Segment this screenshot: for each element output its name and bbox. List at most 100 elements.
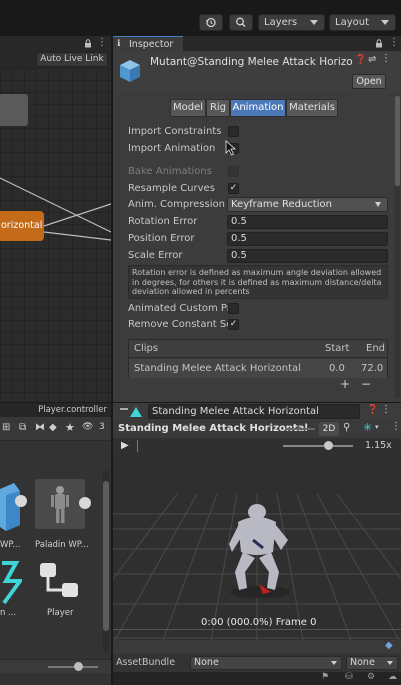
assetbundle-label: AssetBundle xyxy=(116,657,176,668)
anim-compression-dropdown[interactable]: Keyframe Reduction xyxy=(227,197,388,212)
collab-icon[interactable]: ☁ xyxy=(388,672,397,682)
label-icon[interactable]: ◆ xyxy=(49,422,57,433)
mouse-cursor-icon xyxy=(225,140,237,156)
play-icon[interactable]: ▶ xyxy=(121,440,129,451)
lock-icon[interactable] xyxy=(375,39,383,48)
tab-inspector[interactable]: ℹ Inspector xyxy=(113,36,183,51)
info-icon: ℹ xyxy=(117,39,121,49)
import-constraints-checkbox[interactable] xyxy=(228,126,239,137)
bake-animations-label: Bake Animations xyxy=(128,166,212,177)
more-options-icon[interactable]: ⋮ xyxy=(381,404,391,415)
scrollbar-thumb[interactable] xyxy=(395,96,400,186)
position-error-field[interactable]: 0.5 xyxy=(227,232,388,246)
asset-label: n ... xyxy=(0,608,17,618)
remove-clip-button[interactable]: − xyxy=(361,377,371,392)
clips-end-header: End xyxy=(366,343,386,354)
clip-name: Standing Melee Attack Horizontal xyxy=(134,363,301,374)
search-button[interactable] xyxy=(229,14,253,31)
preview-panel: Standing Melee Attack Horizontal ❓ ⋮ Sta… xyxy=(113,403,401,685)
tab-model[interactable]: Model xyxy=(170,99,206,117)
layers-dropdown[interactable]: Layers xyxy=(258,14,325,31)
zoom-slider-track[interactable] xyxy=(48,666,98,668)
rotation-error-field[interactable]: 0.5 xyxy=(227,215,388,229)
history-icon xyxy=(206,17,216,28)
open-button[interactable]: Open xyxy=(352,74,386,89)
project-toolbar: ⊞ ⧉ ⧓ ◆ ★ 👁 3 xyxy=(0,417,111,441)
chevron-down-icon[interactable]: ▾ xyxy=(375,423,379,431)
project-panel: Player.controller ⊞ ⧉ ⧓ ◆ ★ 👁 3 WP... Pa… xyxy=(0,403,111,685)
help-icon[interactable]: ❓ xyxy=(367,405,378,415)
debug-icon[interactable]: ⚙ xyxy=(367,672,375,682)
lighting-icon[interactable]: ✳ xyxy=(363,421,372,434)
variant-value: None xyxy=(350,657,375,668)
tab-rig[interactable]: Rig xyxy=(206,99,230,117)
lock-icon[interactable] xyxy=(84,39,92,48)
animator-header: ⋮ Auto Live Link xyxy=(0,36,111,68)
frame-readout: 0:00 (000.0%) Frame 0 xyxy=(201,617,317,628)
tab-materials[interactable]: Materials xyxy=(286,99,338,117)
preview-timeline: ▶ 1.15x xyxy=(113,438,401,454)
more-options-icon[interactable]: ⋮ xyxy=(381,53,391,64)
asset-tile[interactable] xyxy=(35,479,91,529)
clips-header: Clips Start End xyxy=(129,340,387,358)
speed-slider-track[interactable] xyxy=(283,445,353,447)
favorite-star-icon[interactable]: ★ xyxy=(65,421,75,434)
clip-start: 0.0 xyxy=(329,363,345,374)
animation-clip-icon xyxy=(0,559,24,607)
preview-toolbar: Standing Melee Attack Horizontal 2D ⚲ ✳ … xyxy=(113,420,401,438)
assetbundle-dropdown[interactable]: None xyxy=(190,656,342,670)
hidden-packages-icon[interactable]: 👁 xyxy=(82,422,93,432)
more-options-icon[interactable]: ⋮ xyxy=(391,421,401,432)
pivot-icon[interactable]: ⚲ xyxy=(343,422,350,433)
state-node-default[interactable]: orizontal xyxy=(0,211,44,241)
clips-start-header: Start xyxy=(325,343,350,354)
clip-row[interactable]: Standing Melee Attack Horizontal 0.0 72.… xyxy=(129,359,387,378)
auto-live-link-button[interactable]: Auto Live Link xyxy=(36,52,108,67)
add-clip-button[interactable]: + xyxy=(340,377,350,392)
inspector-scrollbar[interactable] xyxy=(395,96,400,398)
asset-tile[interactable] xyxy=(0,559,24,607)
more-options-icon[interactable]: ⋮ xyxy=(97,37,107,48)
animated-custom-properties-checkbox[interactable] xyxy=(228,303,239,314)
state-node[interactable] xyxy=(0,94,28,126)
resample-curves-checkbox[interactable]: ✓ xyxy=(228,183,239,194)
scale-error-field[interactable]: 0.5 xyxy=(227,249,388,263)
status-bar: ⚑ ⛁ ⚙ ☁ xyxy=(113,672,401,685)
zoom-slider-handle[interactable] xyxy=(74,662,83,671)
speed-label: 1.15x xyxy=(365,440,392,451)
hierarchy-icon[interactable]: ⧉ xyxy=(19,422,26,433)
chevron-down-icon xyxy=(375,202,381,207)
expand-arrow-icon[interactable] xyxy=(79,497,91,509)
asset-tile[interactable] xyxy=(38,559,82,603)
remove-constant-scale-checkbox[interactable]: ✓ xyxy=(228,319,239,330)
layout-dropdown[interactable]: Layout xyxy=(329,14,396,31)
mode-2d-button[interactable]: 2D xyxy=(319,422,339,436)
asset-tile[interactable] xyxy=(0,481,30,533)
expand-arrow-icon[interactable] xyxy=(15,495,27,507)
scale-error-label: Scale Error xyxy=(128,250,183,261)
filter-type-icon[interactable]: ⧓ xyxy=(35,422,45,433)
undo-history-button[interactable] xyxy=(199,14,223,31)
help-icon[interactable]: ❓ xyxy=(355,55,366,65)
bake-animations-checkbox xyxy=(228,166,239,177)
speed-slider-handle[interactable] xyxy=(324,441,333,450)
preview-viewport[interactable] xyxy=(113,454,401,640)
rotation-error-label: Rotation Error xyxy=(128,216,198,227)
asset-label: Paladin WP... xyxy=(35,540,89,550)
project-scrollbar[interactable] xyxy=(103,471,109,651)
inspector-tabbar: ℹ Inspector ⋮ xyxy=(113,36,401,51)
network-icon[interactable]: ⚑ xyxy=(321,672,329,682)
scrollbar-thumb[interactable] xyxy=(103,481,109,631)
cache-icon[interactable]: ⛁ xyxy=(345,672,353,682)
clip-name-field[interactable]: Standing Melee Attack Horizontal xyxy=(148,404,360,419)
preset-icon[interactable]: ⇌ xyxy=(368,54,376,65)
preview-header: Standing Melee Attack Horizontal ❓ ⋮ xyxy=(113,403,401,420)
more-options-icon[interactable]: ⋮ xyxy=(389,37,399,48)
create-icon[interactable]: ⊞ xyxy=(2,422,10,433)
tab-animation[interactable]: Animation xyxy=(230,99,286,117)
tag-icon[interactable]: ◆ xyxy=(385,640,393,651)
hidden-packages-count: 3 xyxy=(99,422,105,432)
compression-help-box: Rotation error is defined as maximum ang… xyxy=(128,265,388,299)
import-animation-label: Import Animation xyxy=(128,143,216,154)
assetbundle-variant-dropdown[interactable]: None xyxy=(346,656,398,670)
